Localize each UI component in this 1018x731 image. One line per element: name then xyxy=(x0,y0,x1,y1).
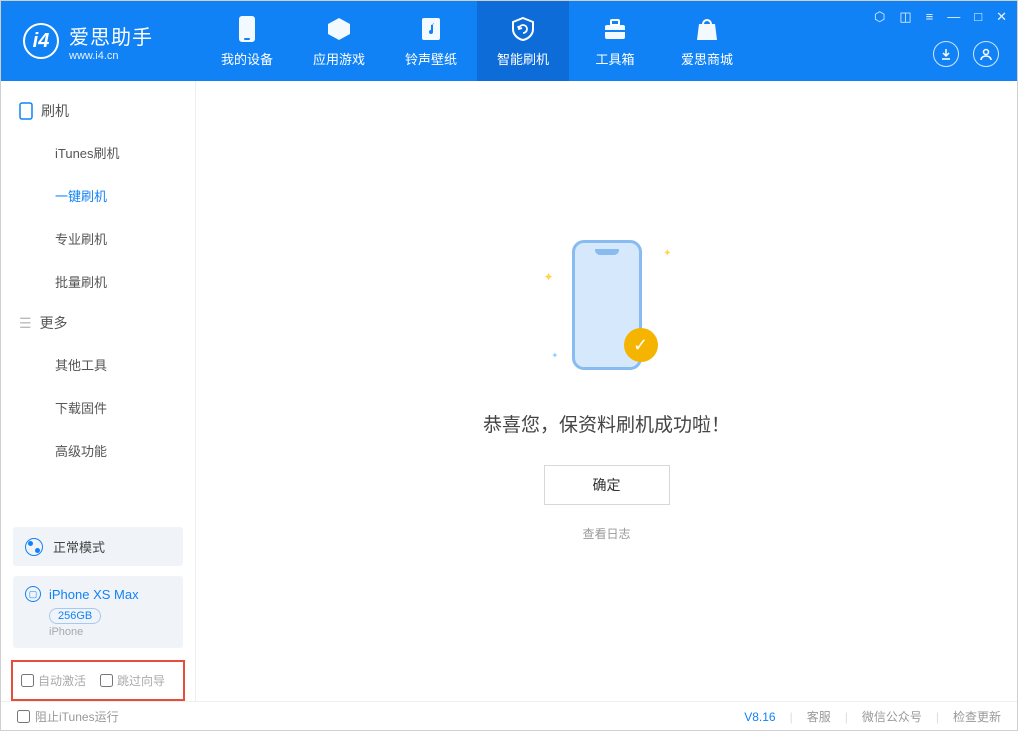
sidebar-item-advanced[interactable]: 高级功能 xyxy=(1,429,195,472)
footer-wechat[interactable]: 微信公众号 xyxy=(862,708,922,725)
app-header: i4 爱思助手 www.i4.cn 我的设备 应用游戏 铃声壁纸 智能刷机 工具… xyxy=(1,1,1017,81)
success-message: 恭喜您，保资料刷机成功啦！ xyxy=(483,410,730,437)
tshirt-icon[interactable]: ⬡ xyxy=(874,9,885,25)
device-mode[interactable]: 正常模式 xyxy=(13,527,183,566)
sidebar-group-more: ☰ 更多 xyxy=(1,303,195,343)
maximize-button[interactable]: □ xyxy=(974,9,982,25)
tab-my-device[interactable]: 我的设备 xyxy=(201,1,293,81)
user-button[interactable] xyxy=(973,41,999,67)
view-log-link[interactable]: 查看日志 xyxy=(582,525,630,542)
device-phone-icon: ▢ xyxy=(25,586,41,602)
sidebar-item-pro[interactable]: 专业刷机 xyxy=(1,217,195,260)
lock-icon[interactable]: ◫ xyxy=(899,9,911,25)
ok-button[interactable]: 确定 xyxy=(544,465,670,505)
menu-icon[interactable]: ≡ xyxy=(926,9,934,25)
main-content: ✦ ✦ ✦ ✓ 恭喜您，保资料刷机成功啦！ 确定 查看日志 xyxy=(196,81,1017,701)
device-storage: 256GB xyxy=(49,608,101,624)
toolbox-icon xyxy=(601,15,629,43)
nav-tabs: 我的设备 应用游戏 铃声壁纸 智能刷机 工具箱 爱思商城 xyxy=(201,1,753,81)
close-button[interactable]: ✕ xyxy=(996,9,1007,25)
sidebar-group-flash: 刷机 xyxy=(1,91,195,131)
tab-ringtone[interactable]: 铃声壁纸 xyxy=(385,1,477,81)
device-name: iPhone XS Max xyxy=(49,587,139,602)
sidebar-item-oneclick[interactable]: 一键刷机 xyxy=(1,174,195,217)
device-type: iPhone xyxy=(49,626,171,638)
window-controls: ⬡ ◫ ≡ — □ ✕ xyxy=(874,9,1007,25)
tab-apps[interactable]: 应用游戏 xyxy=(293,1,385,81)
sidebar-item-other[interactable]: 其他工具 xyxy=(1,343,195,386)
phone-outline-icon xyxy=(19,102,33,120)
app-name: 爱思助手 xyxy=(69,21,153,50)
tab-store[interactable]: 爱思商城 xyxy=(661,1,753,81)
list-icon: ☰ xyxy=(19,315,32,332)
sidebar-item-batch[interactable]: 批量刷机 xyxy=(1,260,195,303)
sidebar: 刷机 iTunes刷机 一键刷机 专业刷机 批量刷机 ☰ 更多 其他工具 下载固… xyxy=(1,81,196,701)
version-label: V8.16 xyxy=(744,710,775,724)
app-domain: www.i4.cn xyxy=(69,50,153,62)
header-actions xyxy=(933,41,999,67)
footer: 阻止iTunes运行 V8.16 | 客服 | 微信公众号 | 检查更新 xyxy=(1,701,1017,731)
logo-icon: i4 xyxy=(23,23,59,59)
cube-icon xyxy=(325,15,353,43)
download-button[interactable] xyxy=(933,41,959,67)
shield-refresh-icon xyxy=(509,15,537,43)
checkbox-block-itunes[interactable]: 阻止iTunes运行 xyxy=(17,708,119,725)
check-badge-icon: ✓ xyxy=(624,328,658,362)
sidebar-item-firmware[interactable]: 下载固件 xyxy=(1,386,195,429)
checkbox-skip-guide[interactable]: 跳过向导 xyxy=(100,672,165,689)
mode-icon xyxy=(25,538,43,556)
tab-toolbox[interactable]: 工具箱 xyxy=(569,1,661,81)
logo: i4 爱思助手 www.i4.cn xyxy=(1,21,201,62)
flash-options: 自动激活 跳过向导 xyxy=(11,660,185,701)
music-icon xyxy=(417,15,445,43)
success-illustration: ✦ ✦ ✦ ✓ xyxy=(562,240,652,380)
phone-icon xyxy=(233,15,261,43)
bag-icon xyxy=(693,15,721,43)
footer-update[interactable]: 检查更新 xyxy=(953,708,1001,725)
sidebar-item-itunes[interactable]: iTunes刷机 xyxy=(1,131,195,174)
tab-flash[interactable]: 智能刷机 xyxy=(477,1,569,81)
footer-service[interactable]: 客服 xyxy=(807,708,831,725)
minimize-button[interactable]: — xyxy=(947,9,960,25)
device-info[interactable]: ▢ iPhone XS Max 256GB iPhone xyxy=(13,576,183,648)
checkbox-auto-activate[interactable]: 自动激活 xyxy=(21,672,86,689)
